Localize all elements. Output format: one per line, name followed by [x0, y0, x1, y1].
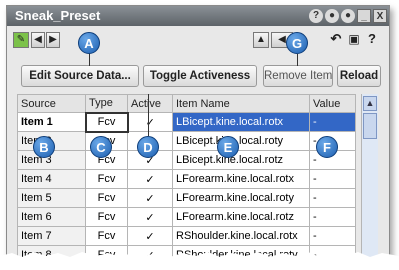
- info-icon[interactable]: ●: [341, 9, 355, 23]
- table-scrollbar[interactable]: ▲: [361, 94, 378, 268]
- next-icon[interactable]: ▶: [46, 32, 60, 48]
- prev-icon[interactable]: ◀: [31, 32, 45, 48]
- undo-icon[interactable]: ↶: [329, 32, 343, 48]
- item-name-cell[interactable]: RShoulder.kine.local.rotx: [172, 226, 310, 246]
- action-buttons: Edit Source Data... Toggle Activeness Re…: [7, 65, 389, 89]
- minimize-button[interactable]: _: [357, 9, 371, 23]
- item-name-cell[interactable]: LForearm.kine.local.roty: [172, 188, 310, 208]
- type-cell[interactable]: Fcv: [85, 169, 128, 189]
- active-check[interactable]: ✓: [127, 169, 173, 189]
- toggle-activeness-button[interactable]: Toggle Activeness: [143, 65, 257, 87]
- scroll-thumb[interactable]: [363, 113, 377, 139]
- item-name-cell[interactable]: LForearm.kine.local.rotx: [172, 169, 310, 189]
- source-cell: Item 6: [17, 207, 86, 227]
- item-name-cell[interactable]: LBicept.kine.local.rotz: [172, 150, 310, 170]
- source-cell: Item 7: [17, 226, 86, 246]
- value-cell[interactable]: -: [309, 188, 356, 208]
- help-icon[interactable]: ?: [365, 32, 379, 48]
- table-row[interactable]: Item 4 Fcv ✓ LForearm.kine.local.rotx -: [17, 169, 356, 189]
- scroll-up-icon[interactable]: ▲: [363, 96, 377, 111]
- item-name-cell[interactable]: LBicept.kine.local.rotx: [172, 112, 310, 132]
- type-cell[interactable]: Fcv: [85, 226, 128, 246]
- frame-icon[interactable]: ▣: [347, 32, 361, 48]
- active-check[interactable]: ✓: [127, 226, 173, 246]
- callout-f: F: [316, 136, 338, 158]
- callout-d: D: [137, 136, 159, 158]
- item-name-cell[interactable]: LBicept.kine.local.roty: [172, 131, 310, 151]
- window-title: Sneak_Preset: [15, 8, 101, 23]
- table-header-row: Source Type Active Item Name Value: [17, 94, 356, 113]
- column-header-source[interactable]: Source: [17, 94, 86, 113]
- callout-b: B: [33, 136, 55, 158]
- column-header-item-name[interactable]: Item Name: [172, 94, 310, 113]
- table-row[interactable]: Item 2 Fcv ✓ LBicept.kine.local.roty -: [17, 131, 356, 151]
- remove-item-button[interactable]: Remove Item: [263, 65, 333, 87]
- value-cell[interactable]: -: [309, 169, 356, 189]
- callout-e: E: [217, 136, 239, 158]
- item-name-cell[interactable]: LForearm.kine.local.rotz: [172, 207, 310, 227]
- edit-source-data-button[interactable]: Edit Source Data...: [21, 65, 139, 87]
- items-table: Source Type Active Item Name Value Item …: [17, 94, 356, 265]
- source-cell: Item 1: [17, 112, 86, 132]
- column-header-value[interactable]: Value: [309, 94, 356, 113]
- preset-window: Sneak_Preset ? ● ● _ X ✎ ◀ ▶ ▲ ◀ ↶ ▣ ? E…: [6, 5, 390, 269]
- callout-g: G: [286, 32, 308, 54]
- callout-a: A: [78, 32, 100, 54]
- help-title-icon[interactable]: ?: [309, 9, 323, 23]
- edit-icon[interactable]: ✎: [13, 32, 29, 48]
- column-header-active[interactable]: Active: [127, 94, 173, 113]
- reload-button[interactable]: Reload: [337, 65, 381, 87]
- active-check[interactable]: ✓: [127, 207, 173, 227]
- type-cell[interactable]: Fcv: [85, 207, 128, 227]
- callout-d-pointer: [148, 94, 149, 136]
- torn-edge: [0, 252, 399, 270]
- type-cell[interactable]: Fcv: [85, 188, 128, 208]
- active-check[interactable]: ✓: [127, 188, 173, 208]
- table-row[interactable]: Item 5 Fcv ✓ LForearm.kine.local.roty -: [17, 188, 356, 208]
- globe-icon[interactable]: ●: [325, 9, 339, 23]
- source-cell: Item 5: [17, 188, 86, 208]
- active-check[interactable]: ✓: [127, 112, 173, 132]
- close-button[interactable]: X: [373, 9, 387, 23]
- toolbar: ✎ ◀ ▶ ▲ ◀ ↶ ▣ ?: [7, 26, 389, 64]
- title-bar[interactable]: Sneak_Preset ? ● ● _ X: [7, 6, 389, 26]
- table-row[interactable]: Item 6 Fcv ✓ LForearm.kine.local.rotz -: [17, 207, 356, 227]
- mount-icon[interactable]: ▲: [253, 32, 269, 48]
- value-cell[interactable]: -: [309, 112, 356, 132]
- callout-g-pointer: [297, 54, 298, 66]
- callout-c: C: [90, 136, 112, 158]
- type-cell[interactable]: Fcv: [84, 111, 129, 133]
- table-row[interactable]: Item 7 Fcv ✓ RShoulder.kine.local.rotx -: [17, 226, 356, 246]
- value-cell[interactable]: -: [309, 226, 356, 246]
- source-cell: Item 4: [17, 169, 86, 189]
- column-header-type[interactable]: Type: [85, 94, 128, 113]
- table-row[interactable]: Item 3 Fcv ✓ LBicept.kine.local.rotz -: [17, 150, 356, 170]
- table-row[interactable]: Item 1 Fcv ✓ LBicept.kine.local.rotx -: [17, 111, 356, 133]
- value-cell[interactable]: -: [309, 207, 356, 227]
